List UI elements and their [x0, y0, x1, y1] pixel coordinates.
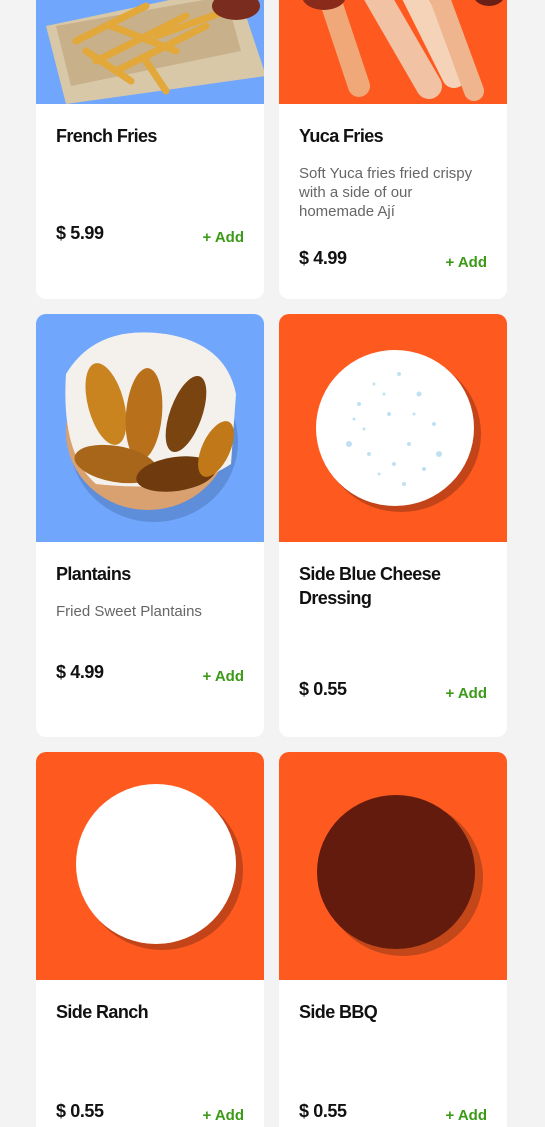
ranch-dressing-image [36, 752, 264, 980]
add-button[interactable]: + Add [445, 685, 487, 702]
add-button[interactable]: + Add [202, 668, 244, 685]
item-title: Side Ranch [56, 1002, 149, 1022]
add-button[interactable]: + Add [445, 1107, 487, 1124]
item-title: Side Blue Cheese Dressing [299, 564, 441, 608]
item-price: $ 5.99 [56, 223, 104, 243]
item-price: $ 0.55 [299, 1101, 347, 1121]
blue-cheese-dressing-image [279, 314, 507, 542]
item-price: $ 0.55 [56, 1101, 104, 1121]
item-description: Soft Yuca fries fried crispy with a side… [299, 165, 473, 220]
add-button[interactable]: + Add [202, 1107, 244, 1124]
item-price: $ 0.55 [299, 679, 347, 699]
plantains-image [36, 314, 264, 542]
french-fries-image [36, 0, 264, 104]
item-title: French Fries [56, 126, 157, 146]
item-price: $ 4.99 [299, 248, 347, 268]
menu-item-card[interactable]: Side Blue Cheese Dressing $ 0.55 + Add [279, 314, 507, 737]
menu-item-card[interactable]: Plantains Fried Sweet Plantains $ 4.99 +… [36, 314, 264, 737]
add-button[interactable]: + Add [445, 254, 487, 271]
menu-item-card[interactable]: Yuca Fries Soft Yuca fries fried crispy … [279, 0, 507, 299]
menu-item-card[interactable]: French Fries $ 5.99 + Add [36, 0, 264, 299]
item-description: Fried Sweet Plantains [56, 603, 202, 620]
menu-item-card[interactable]: Side BBQ $ 0.55 + Add [279, 752, 507, 1127]
item-title: Plantains [56, 564, 131, 584]
item-price: $ 4.99 [56, 662, 104, 682]
item-title: Yuca Fries [299, 126, 384, 146]
add-button[interactable]: + Add [202, 229, 244, 246]
yuca-fries-image [279, 0, 507, 104]
item-title: Side BBQ [299, 1002, 378, 1022]
bbq-sauce-image [279, 752, 507, 980]
menu-item-card[interactable]: Side Ranch $ 0.55 + Add [36, 752, 264, 1127]
